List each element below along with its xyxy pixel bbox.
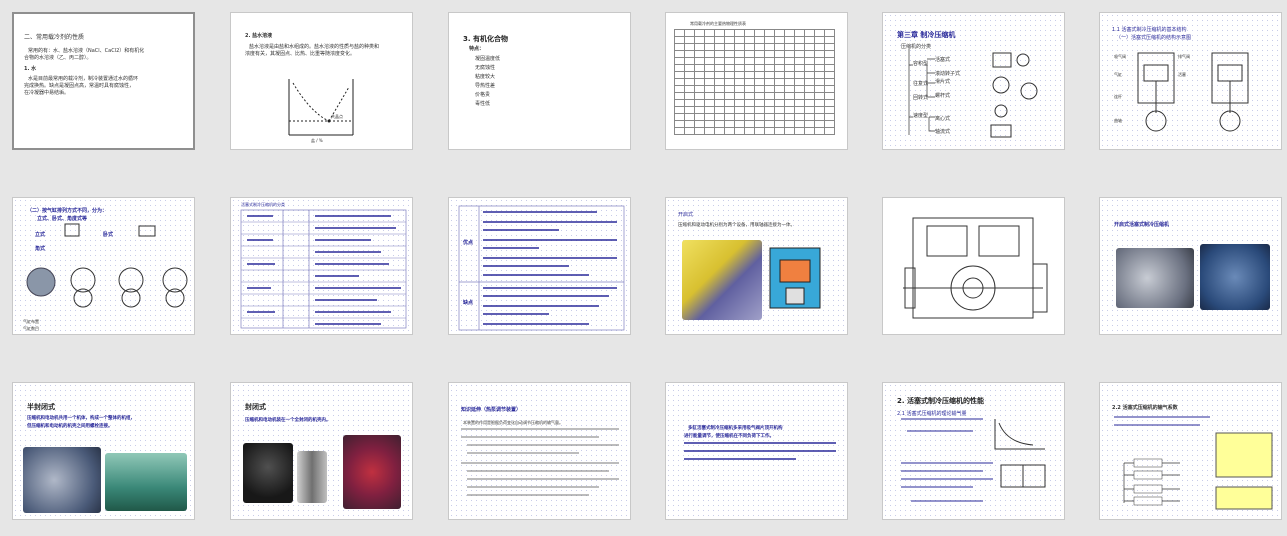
slide-line: 但压缩机和电动机的机壳之间用螺栓连接。 bbox=[27, 424, 113, 429]
part-label: 活塞 bbox=[1178, 72, 1186, 77]
slide-thumbnail-7[interactable]: （二）按气缸排列方式不同，分为： 立式、卧式、角度式等 立式 卧式 角式 气缸布… bbox=[12, 197, 195, 335]
text-placeholder-lines bbox=[461, 428, 619, 496]
slide-title: 开启式活塞式制冷压缩机 bbox=[1114, 222, 1170, 228]
diagram-label: 盐 / % bbox=[311, 138, 323, 143]
semi-hermetic-photo bbox=[23, 447, 101, 513]
open-compressor-section-drawing bbox=[903, 217, 1048, 319]
text-placeholder-lines bbox=[684, 442, 836, 460]
slide-title: 二、常用载冷剂的性质 bbox=[24, 34, 85, 41]
hermetic-photo bbox=[297, 451, 327, 503]
slide-thumbnail-4[interactable]: 常用载冷剂的主要热物理性质表 bbox=[665, 12, 848, 150]
slide-subtitle: 特点： bbox=[469, 46, 485, 52]
slide-title: 常用载冷剂的主要热物理性质表 bbox=[690, 21, 746, 26]
slide-thumbnail-6[interactable]: 1.1 活塞式制冷压缩机的基本结构 （一）活塞式压缩机的结构示意图 吸气阀 排气… bbox=[1099, 12, 1282, 150]
bullet-item: 导热性差 bbox=[475, 83, 496, 89]
table-row-label: 优点 bbox=[463, 240, 474, 246]
table-label: 气缸数目 bbox=[23, 326, 39, 331]
open-compressor-diagram bbox=[769, 247, 821, 309]
compressor-classification-tree bbox=[908, 49, 1038, 138]
property-table bbox=[674, 29, 835, 135]
slide-title: 半封闭式 bbox=[27, 403, 55, 411]
compressor-photo bbox=[1200, 244, 1270, 310]
slide-thumbnail-14[interactable]: 封闭式 压缩机和电动机装在一个全封闭的机壳内。 bbox=[230, 382, 413, 520]
bullet-item: 凝固温度低 bbox=[475, 56, 501, 62]
part-label: 连杆 bbox=[1114, 94, 1122, 99]
part-label: 排气阀 bbox=[1178, 54, 1190, 59]
piston-compressor-drawing bbox=[1137, 52, 1249, 132]
table-row-label: 缺点 bbox=[463, 300, 474, 306]
coefficient-tree-diagram bbox=[1114, 416, 1273, 510]
displacement-diagram bbox=[901, 418, 1046, 502]
part-label: 吸气阀 bbox=[1114, 54, 1126, 59]
slide-thumbnail-2[interactable]: 2. 盐水溶液 盐水溶液是由盐和水组成的。盐水溶液的性质与盐的种类和 浓度有关，… bbox=[230, 12, 413, 150]
part-label: 曲轴 bbox=[1114, 118, 1122, 123]
slide-line: 在冷凝器中易结垢。 bbox=[24, 90, 70, 96]
slide-thumbnail-10[interactable]: 开启式 压缩机和驱动电机分别为两个设备，用联轴器连接为一体。 bbox=[665, 197, 848, 335]
slide-thumbnail-17[interactable]: 2. 活塞式制冷压缩机的性能 2.1 活塞式压缩机的理论输气量 bbox=[882, 382, 1065, 520]
bullet-item: 无腐蚀性 bbox=[475, 65, 496, 71]
slide-thumbnail-1[interactable]: 二、常用载冷剂的性质 常用的有：水、盐水溶液（NaCl、CaCl2）和有机化 合… bbox=[12, 12, 195, 150]
hermetic-photo bbox=[243, 443, 293, 503]
slide-thumbnail-13[interactable]: 半封闭式 压缩机和电动机共用一个机体，构成一个整体的机组， 但压缩机和电动机的机… bbox=[12, 382, 195, 520]
slide-thumbnail-5[interactable]: 第三章 制冷压缩机 压缩机的分类 容积型 往复式 回转式 速度型 离心式 轴流式… bbox=[882, 12, 1065, 150]
table-label: 气缸布置 bbox=[23, 319, 39, 324]
slide-thumbnail-9[interactable]: 优点 缺点 bbox=[448, 197, 631, 335]
slide-line: 压缩机和电动机装在一个全封闭的机壳内。 bbox=[245, 418, 331, 423]
part-label: 气缸 bbox=[1114, 72, 1122, 77]
slide-thumbnail-18[interactable]: 2.2 活塞式压缩机的输气系数 bbox=[1099, 382, 1282, 520]
bullet-item: 毒性低 bbox=[475, 101, 491, 107]
slide-thumbnail-12[interactable]: 开启式活塞式制冷压缩机 bbox=[1099, 197, 1282, 335]
classification-table bbox=[240, 209, 407, 329]
slide-sorter-grid: 二、常用载冷剂的性质 常用的有：水、盐水溶液（NaCl、CaCl2）和有机化 合… bbox=[0, 0, 1287, 536]
slide-title: 3. 有机化合物 bbox=[463, 35, 508, 43]
slide-line: 压缩机和电动机共用一个机体，构成一个整体的机组， bbox=[27, 416, 135, 421]
slide-line: 合物的水溶液（乙、丙二醇）。 bbox=[24, 55, 92, 61]
hermetic-cutaway-photo bbox=[343, 435, 401, 509]
slide-line: 常用的有：水、盐水溶液（NaCl、CaCl2）和有机化 bbox=[28, 48, 145, 54]
semi-hermetic-photo bbox=[105, 453, 187, 511]
cylinder-layout-drawing bbox=[26, 223, 188, 308]
bullet-item: 价格贵 bbox=[475, 92, 491, 98]
slide-thumbnail-3[interactable]: 3. 有机化合物 特点： 凝固温度低 无腐蚀性 粘度较大 导热性差 价格贵 毒性… bbox=[448, 12, 631, 150]
slide-thumbnail-8[interactable]: 活塞式制冷压缩机的分类 bbox=[230, 197, 413, 335]
slide-line: 1. 水 bbox=[24, 66, 37, 72]
freezing-curve-diagram bbox=[288, 79, 354, 136]
compressor-photo bbox=[1116, 248, 1194, 308]
bullet-item: 粘度较大 bbox=[475, 74, 496, 80]
slide-thumbnail-16[interactable]: 多缸活塞式制冷压缩机多采用吸气阀片顶开机构 进行能量调节，使压缩机在不同负荷下工… bbox=[665, 382, 848, 520]
slide-title: 封闭式 bbox=[245, 403, 266, 411]
diagram-label: 共晶点 bbox=[331, 114, 343, 119]
slide-line: 水是目前最常用的载冷剂，制冷装置通过水的循环 bbox=[28, 76, 139, 82]
slide-line: 完成换热。缺点是凝固点高，常温时具有腐蚀性， bbox=[24, 83, 135, 89]
pros-cons-table bbox=[458, 205, 625, 331]
slide-thumbnail-11[interactable] bbox=[882, 197, 1065, 335]
slide-thumbnail-15[interactable]: 知识延伸（热泵调节装置） 本装置的作用是根据负荷变化自动调节压缩机的输气量。 bbox=[448, 382, 631, 520]
